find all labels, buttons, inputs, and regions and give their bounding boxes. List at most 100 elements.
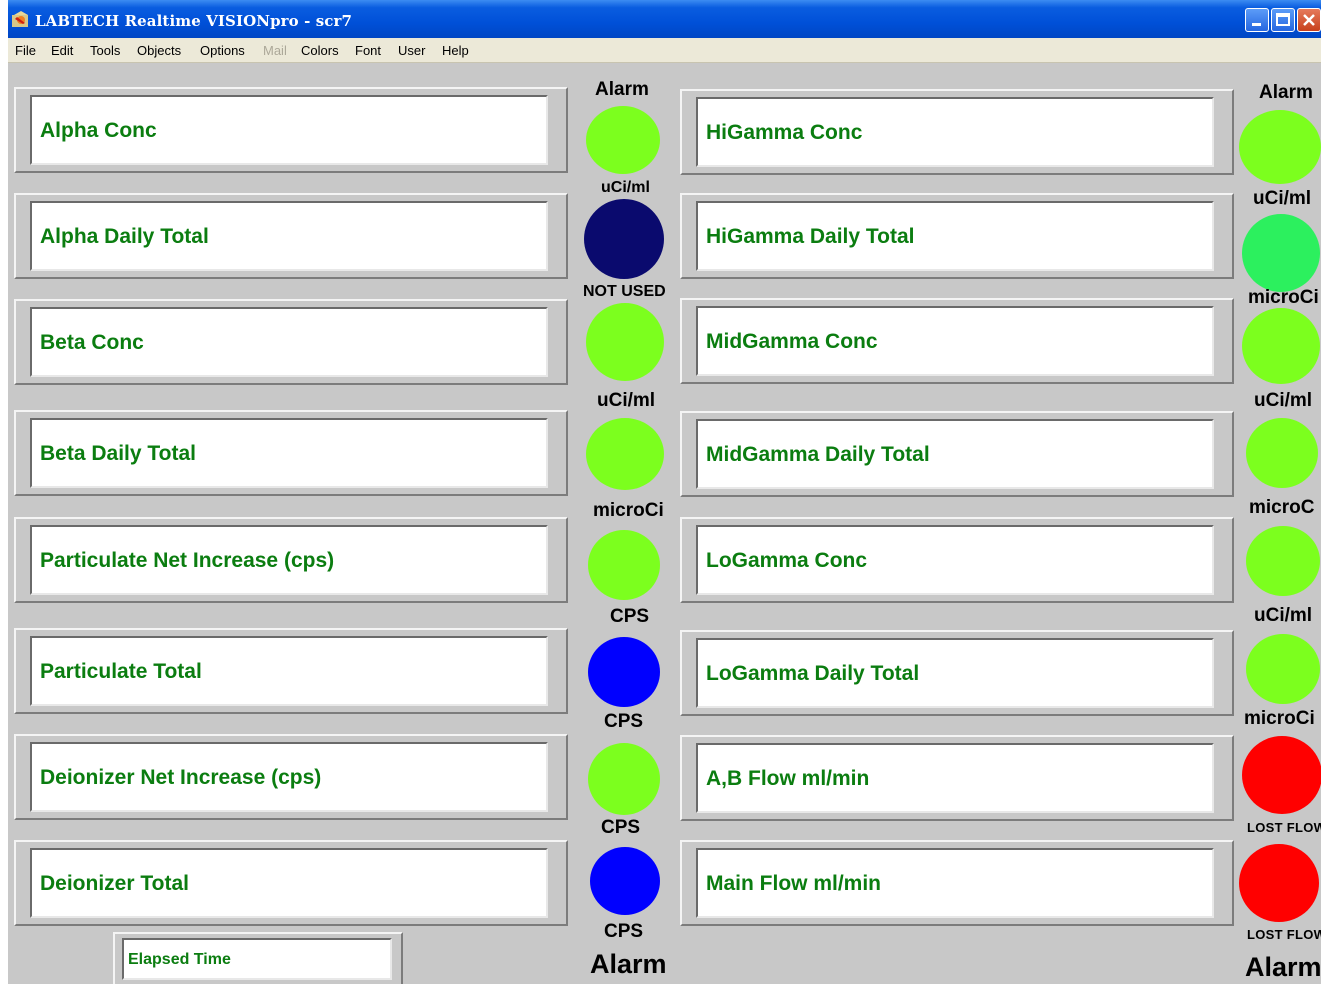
deionizer-total-label: Deionizer Total <box>40 872 189 895</box>
elapsed-time-label: Elapsed Time <box>128 951 231 968</box>
menu-tools[interactable]: Tools <box>90 43 120 58</box>
deionizer-total-panel: Deionizer Total <box>14 840 568 926</box>
beta-daily-total-lamp <box>586 418 664 490</box>
minimize-button[interactable] <box>1245 8 1269 32</box>
midgamma-daily-total-display[interactable]: MidGamma Daily Total <box>696 419 1214 489</box>
title-bar[interactable]: LABTECH Realtime VISIONpro - scr7 <box>8 0 1321 38</box>
higamma-daily-total-label: HiGamma Daily Total <box>706 225 915 248</box>
alpha-conc-unit: uCi/ml <box>601 179 650 196</box>
logamma-daily-total-display[interactable]: LoGamma Daily Total <box>696 638 1214 708</box>
deionizer-net-panel: Deionizer Net Increase (cps) <box>14 734 568 820</box>
midgamma-daily-total-panel: MidGamma Daily Total <box>680 411 1234 497</box>
middle-alarm-header: Alarm <box>595 79 649 100</box>
midgamma-conc-display[interactable]: MidGamma Conc <box>696 306 1214 376</box>
higamma-conc-lamp <box>1239 110 1321 184</box>
higamma-daily-total-lamp <box>1242 214 1320 292</box>
logamma-daily-total-panel: LoGamma Daily Total <box>680 630 1234 716</box>
alpha-daily-total-unit: NOT USED <box>583 283 666 300</box>
logamma-conc-display[interactable]: LoGamma Conc <box>696 525 1214 595</box>
particulate-net-display[interactable]: Particulate Net Increase (cps) <box>30 525 548 595</box>
midgamma-daily-total-unit: microC <box>1249 497 1315 518</box>
beta-conc-lamp <box>586 303 664 381</box>
particulate-total-label: Particulate Total <box>40 660 202 683</box>
midgamma-conc-unit: uCi/ml <box>1254 390 1313 411</box>
close-button[interactable] <box>1297 8 1321 32</box>
maximize-button[interactable] <box>1271 8 1295 32</box>
menu-bar: File Edit Tools Objects Options Mail Col… <box>8 38 1321 63</box>
menu-help[interactable]: Help <box>442 43 469 58</box>
app-window: LABTECH Realtime VISIONpro - scr7 File E… <box>8 0 1321 984</box>
right-alarm-footer: Alarm <box>1245 952 1321 982</box>
particulate-net-lamp <box>588 530 660 600</box>
menu-file[interactable]: File <box>15 43 36 58</box>
deionizer-net-label: Deionizer Net Increase (cps) <box>40 766 322 789</box>
main-flow-label: Main Flow ml/min <box>706 872 882 895</box>
main-flow-panel: Main Flow ml/min <box>680 840 1234 926</box>
menu-edit[interactable]: Edit <box>51 43 73 58</box>
particulate-total-unit: CPS <box>604 711 644 732</box>
logamma-daily-total-lamp <box>1246 634 1320 704</box>
logamma-conc-label: LoGamma Conc <box>706 549 868 572</box>
particulate-net-label: Particulate Net Increase (cps) <box>40 549 335 572</box>
menu-options[interactable]: Options <box>200 43 245 58</box>
alpha-conc-panel: Alpha Conc <box>14 87 568 173</box>
particulate-total-panel: Particulate Total <box>14 628 568 714</box>
alpha-conc-lamp <box>586 106 660 174</box>
ab-flow-status: LOST FLOW <box>1247 820 1321 835</box>
higamma-daily-total-unit: microCi <box>1248 287 1319 308</box>
higamma-conc-display[interactable]: HiGamma Conc <box>696 97 1214 167</box>
logamma-conc-unit: uCi/ml <box>1254 605 1313 626</box>
middle-alarm-footer: Alarm <box>590 949 667 979</box>
ab-flow-label: A,B Flow ml/min <box>706 767 870 790</box>
menu-mail[interactable]: Mail <box>263 43 287 58</box>
midgamma-conc-label: MidGamma Conc <box>706 330 878 353</box>
ab-flow-display[interactable]: A,B Flow ml/min <box>696 743 1214 813</box>
main-flow-display[interactable]: Main Flow ml/min <box>696 848 1214 918</box>
midgamma-conc-panel: MidGamma Conc <box>680 298 1234 384</box>
beta-daily-total-unit: microCi <box>593 500 664 521</box>
window-title: LABTECH Realtime VISIONpro - scr7 <box>35 12 353 30</box>
logamma-conc-lamp <box>1246 526 1320 596</box>
deionizer-total-unit: CPS <box>604 921 644 942</box>
deionizer-total-lamp <box>590 847 660 915</box>
beta-daily-total-display[interactable]: Beta Daily Total <box>30 418 548 488</box>
particulate-total-display[interactable]: Particulate Total <box>30 636 548 706</box>
right-alarm-header: Alarm <box>1259 82 1313 103</box>
deionizer-net-display[interactable]: Deionizer Net Increase (cps) <box>30 742 548 812</box>
beta-conc-unit: uCi/ml <box>597 390 656 411</box>
midgamma-daily-total-lamp <box>1246 418 1318 488</box>
menu-font[interactable]: Font <box>355 43 381 58</box>
particulate-net-panel: Particulate Net Increase (cps) <box>14 517 568 603</box>
menu-colors[interactable]: Colors <box>301 43 339 58</box>
beta-daily-total-label: Beta Daily Total <box>40 442 196 465</box>
particulate-net-unit: CPS <box>610 606 650 627</box>
higamma-conc-panel: HiGamma Conc <box>680 89 1234 175</box>
elapsed-time-display[interactable]: Elapsed Time <box>122 938 392 980</box>
alpha-conc-label: Alpha Conc <box>40 119 157 142</box>
particulate-total-lamp <box>588 637 660 707</box>
minimize-icon <box>1252 23 1261 26</box>
logamma-daily-total-label: LoGamma Daily Total <box>706 662 920 685</box>
beta-daily-total-panel: Beta Daily Total <box>14 410 568 496</box>
midgamma-daily-total-label: MidGamma Daily Total <box>706 443 930 466</box>
elapsed-time-panel: Elapsed Time <box>113 932 403 984</box>
logamma-daily-total-unit: microCi <box>1244 708 1315 729</box>
deionizer-net-unit: CPS <box>601 817 641 838</box>
higamma-daily-total-display[interactable]: HiGamma Daily Total <box>696 201 1214 271</box>
alpha-conc-display[interactable]: Alpha Conc <box>30 95 548 165</box>
deionizer-net-lamp <box>588 743 660 815</box>
deionizer-total-display[interactable]: Deionizer Total <box>30 848 548 918</box>
midgamma-conc-lamp <box>1242 308 1320 384</box>
alpha-daily-total-display[interactable]: Alpha Daily Total <box>30 201 548 271</box>
beta-conc-label: Beta Conc <box>40 331 144 354</box>
logamma-conc-panel: LoGamma Conc <box>680 517 1234 603</box>
menu-objects[interactable]: Objects <box>137 43 181 58</box>
alpha-daily-total-panel: Alpha Daily Total <box>14 193 568 279</box>
close-icon <box>1303 14 1315 26</box>
beta-conc-panel: Beta Conc <box>14 299 568 385</box>
higamma-daily-total-panel: HiGamma Daily Total <box>680 193 1234 279</box>
menu-user[interactable]: User <box>398 43 425 58</box>
higamma-conc-unit: uCi/ml <box>1253 188 1312 209</box>
beta-conc-display[interactable]: Beta Conc <box>30 307 548 377</box>
main-flow-status: LOST FLOW <box>1247 927 1321 942</box>
